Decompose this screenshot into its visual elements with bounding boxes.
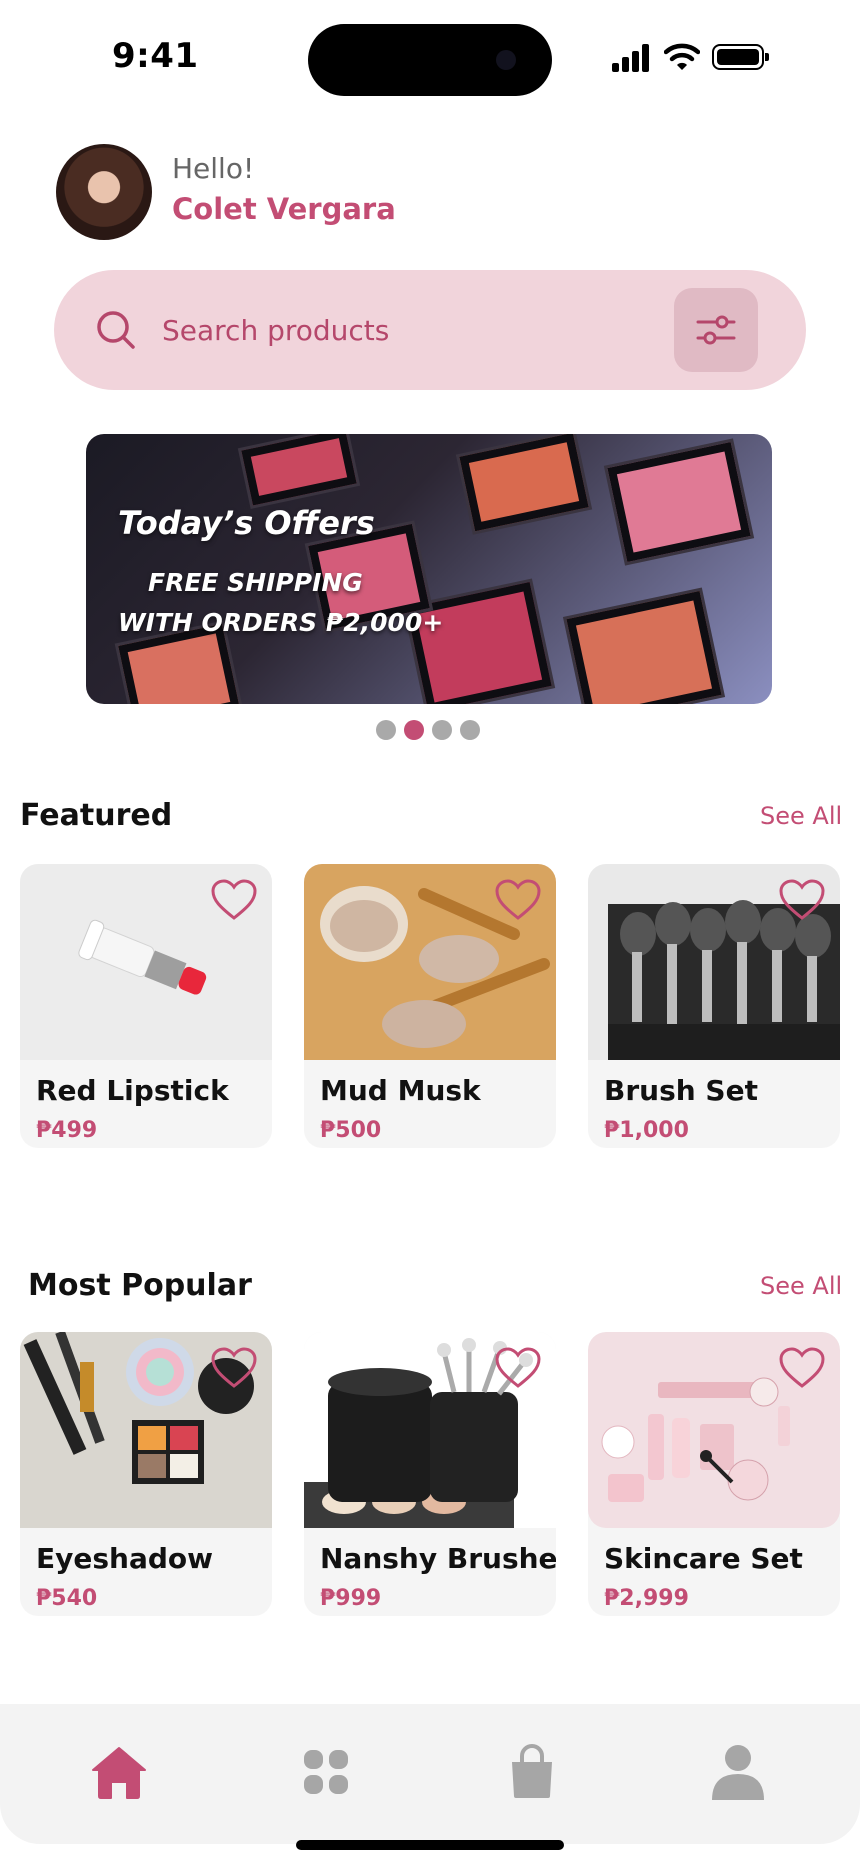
- heart-icon[interactable]: [494, 878, 542, 922]
- dynamic-island: [308, 24, 552, 96]
- product-card[interactable]: Red Lipstick ₱499: [20, 864, 272, 1148]
- product-price: ₱2,999: [604, 1586, 689, 1611]
- status-time: 9:41: [112, 36, 199, 76]
- wifi-icon: [664, 43, 700, 70]
- product-price: ₱499: [36, 1118, 98, 1143]
- product-card[interactable]: Eyeshadow ₱540: [20, 1332, 272, 1616]
- product-name: Brush Set: [604, 1074, 758, 1107]
- banner-line-2: WITH ORDERS ₱2,000+: [118, 608, 444, 637]
- user-name: Colet Vergara: [172, 192, 396, 226]
- heart-icon[interactable]: [778, 1346, 826, 1390]
- bottom-nav: [0, 1704, 860, 1844]
- heart-icon[interactable]: [494, 1346, 542, 1390]
- carousel-dots[interactable]: [376, 720, 480, 740]
- carousel-dot[interactable]: [432, 720, 452, 740]
- filter-button[interactable]: [674, 288, 758, 372]
- popular-see-all-link[interactable]: See All: [760, 1272, 842, 1300]
- product-name: Nanshy Brushes: [320, 1542, 556, 1575]
- product-card[interactable]: Nanshy Brushes ₱999: [304, 1332, 556, 1616]
- product-card[interactable]: Skincare Set ₱2,999: [588, 1332, 840, 1616]
- carousel-dot[interactable]: [376, 720, 396, 740]
- product-name: Mud Musk: [320, 1074, 481, 1107]
- product-name: Red Lipstick: [36, 1074, 229, 1107]
- product-name: Eyeshadow: [36, 1542, 214, 1575]
- product-card[interactable]: Brush Set ₱1,000: [588, 864, 840, 1148]
- product-price: ₱500: [320, 1118, 382, 1143]
- signal-icon: [612, 44, 650, 72]
- product-price: ₱999: [320, 1586, 382, 1611]
- home-indicator: [296, 1840, 564, 1850]
- product-price: ₱540: [36, 1586, 98, 1611]
- offers-banner[interactable]: Today’s Offers FREE SHIPPING WITH ORDERS…: [86, 434, 772, 704]
- banner-title: Today’s Offers: [118, 504, 375, 542]
- heart-icon[interactable]: [210, 1346, 258, 1390]
- featured-title: Featured: [20, 798, 173, 833]
- profile-icon[interactable]: [708, 1742, 768, 1802]
- featured-see-all-link[interactable]: See All: [760, 802, 842, 830]
- product-name: Skincare Set: [604, 1542, 803, 1575]
- heart-icon[interactable]: [778, 878, 826, 922]
- avatar[interactable]: [56, 144, 152, 240]
- filter-sliders-icon: [696, 315, 736, 345]
- home-icon[interactable]: [89, 1742, 149, 1802]
- search-icon: [97, 311, 135, 349]
- banner-line-1: FREE SHIPPING: [148, 568, 363, 597]
- product-card[interactable]: Mud Musk ₱500: [304, 864, 556, 1148]
- product-price: ₱1,000: [604, 1118, 689, 1143]
- shopping-bag-icon[interactable]: [502, 1742, 562, 1802]
- greeting-text: Hello!: [172, 152, 255, 185]
- popular-title: Most Popular: [28, 1268, 252, 1303]
- carousel-dot[interactable]: [460, 720, 480, 740]
- search-input[interactable]: Search products: [162, 314, 389, 347]
- heart-icon[interactable]: [210, 878, 258, 922]
- battery-icon: [712, 44, 769, 70]
- categories-icon[interactable]: [296, 1742, 356, 1802]
- search-bar[interactable]: Search products: [54, 270, 806, 390]
- carousel-dot-active[interactable]: [404, 720, 424, 740]
